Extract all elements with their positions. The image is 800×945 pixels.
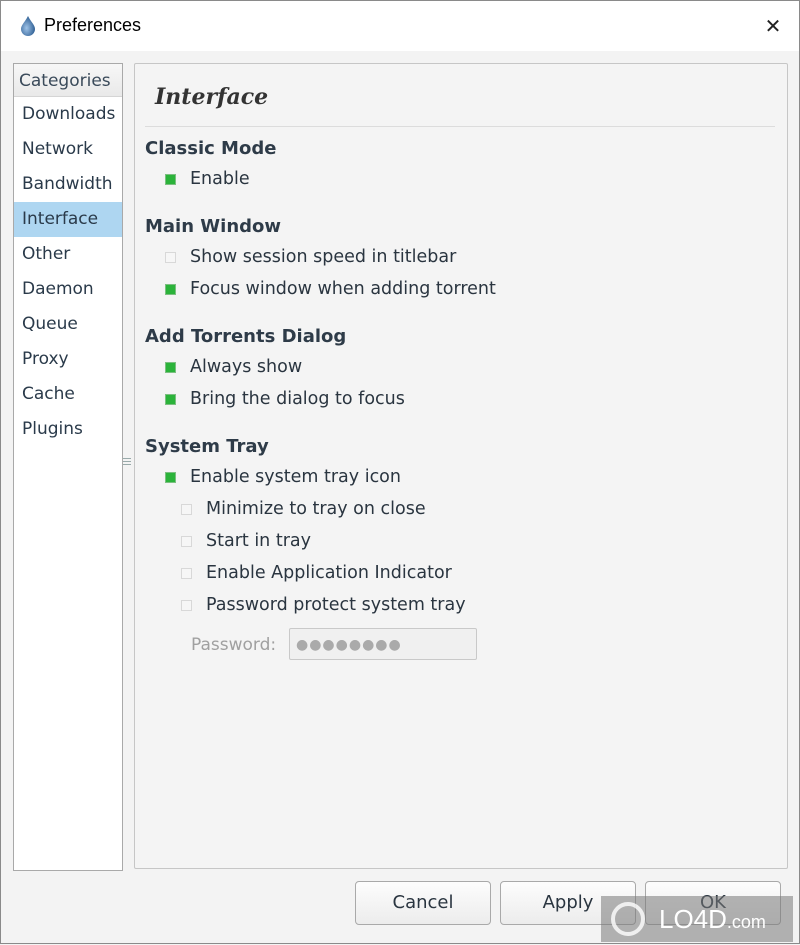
checkbox-checked-icon: [165, 393, 176, 405]
sidebar-item-network[interactable]: Network: [14, 132, 122, 167]
checkbox-classic-enable[interactable]: Enable: [165, 169, 250, 189]
sidebar-item-queue[interactable]: Queue: [14, 307, 122, 342]
checkbox-app-indicator[interactable]: Enable Application Indicator: [181, 563, 452, 583]
title-bar: Preferences ✕: [1, 1, 799, 51]
section-main-window: Main Window: [145, 216, 282, 237]
watermark-suffix: .com: [726, 912, 766, 932]
password-input[interactable]: ●●●●●●●●: [289, 628, 477, 660]
checkbox-start-in-tray[interactable]: Start in tray: [181, 531, 311, 551]
checkbox-enable-tray-icon[interactable]: Enable system tray icon: [165, 467, 401, 487]
checkbox-unchecked-icon: [181, 567, 192, 579]
option-label: Always show: [190, 357, 303, 377]
sidebar-item-proxy[interactable]: Proxy: [14, 342, 122, 377]
sidebar-item-plugins[interactable]: Plugins: [14, 412, 122, 447]
checkbox-checked-icon: [165, 361, 176, 373]
sidebar-item-other[interactable]: Other: [14, 237, 122, 272]
option-label: Bring the dialog to focus: [190, 389, 405, 409]
sidebar-item-interface[interactable]: Interface: [14, 202, 122, 237]
sidebar-item-daemon[interactable]: Daemon: [14, 272, 122, 307]
watermark-text: LO4D: [659, 904, 727, 934]
checkbox-unchecked-icon: [181, 503, 192, 515]
checkbox-unchecked-icon: [165, 251, 176, 263]
password-label: Password:: [191, 635, 277, 655]
option-label: Enable Application Indicator: [206, 563, 452, 583]
section-classic-mode: Classic Mode: [145, 138, 277, 159]
pane-resize-handle[interactable]: [123, 458, 131, 467]
checkbox-checked-icon: [165, 173, 176, 185]
option-label: Minimize to tray on close: [206, 499, 426, 519]
deluge-app-icon: [21, 16, 35, 36]
checkbox-bring-dialog-focus[interactable]: Bring the dialog to focus: [165, 389, 405, 409]
option-label: Show session speed in titlebar: [190, 247, 457, 267]
section-system-tray: System Tray: [145, 436, 269, 457]
option-label: Enable system tray icon: [190, 467, 401, 487]
preferences-window: Preferences ✕ Categories Downloads Netwo…: [0, 0, 800, 944]
cancel-button[interactable]: Cancel: [355, 881, 491, 925]
checkbox-focus-window[interactable]: Focus window when adding torrent: [165, 279, 496, 299]
categories-header[interactable]: Categories: [14, 64, 122, 97]
checkbox-checked-icon: [165, 471, 176, 483]
checkbox-unchecked-icon: [181, 535, 192, 547]
option-label: Password protect system tray: [206, 595, 466, 615]
categories-list: Categories Downloads Network Bandwidth I…: [13, 63, 123, 871]
option-label: Start in tray: [206, 531, 311, 551]
section-add-torrents-dialog: Add Torrents Dialog: [145, 326, 347, 347]
interface-settings-panel: Interface Classic Mode Enable Main Windo…: [134, 63, 788, 869]
window-title: Preferences: [44, 15, 142, 35]
option-label: Enable: [190, 169, 250, 189]
checkbox-password-protect[interactable]: Password protect system tray: [181, 595, 466, 615]
sidebar-item-bandwidth[interactable]: Bandwidth: [14, 167, 122, 202]
checkbox-unchecked-icon: [181, 599, 192, 611]
checkbox-minimize-to-tray[interactable]: Minimize to tray on close: [181, 499, 426, 519]
checkbox-show-session-speed[interactable]: Show session speed in titlebar: [165, 247, 456, 267]
panel-title: Interface: [155, 84, 269, 110]
close-button[interactable]: ✕: [759, 13, 787, 39]
watermark-logo-icon: [611, 902, 645, 936]
checkbox-checked-icon: [165, 283, 176, 295]
sidebar-item-cache[interactable]: Cache: [14, 377, 122, 412]
sidebar-item-downloads[interactable]: Downloads: [14, 97, 122, 132]
option-label: Focus window when adding torrent: [190, 279, 496, 299]
title-divider: [145, 126, 775, 127]
lo4d-watermark: LO4D.com: [601, 896, 793, 942]
checkbox-always-show[interactable]: Always show: [165, 357, 302, 377]
